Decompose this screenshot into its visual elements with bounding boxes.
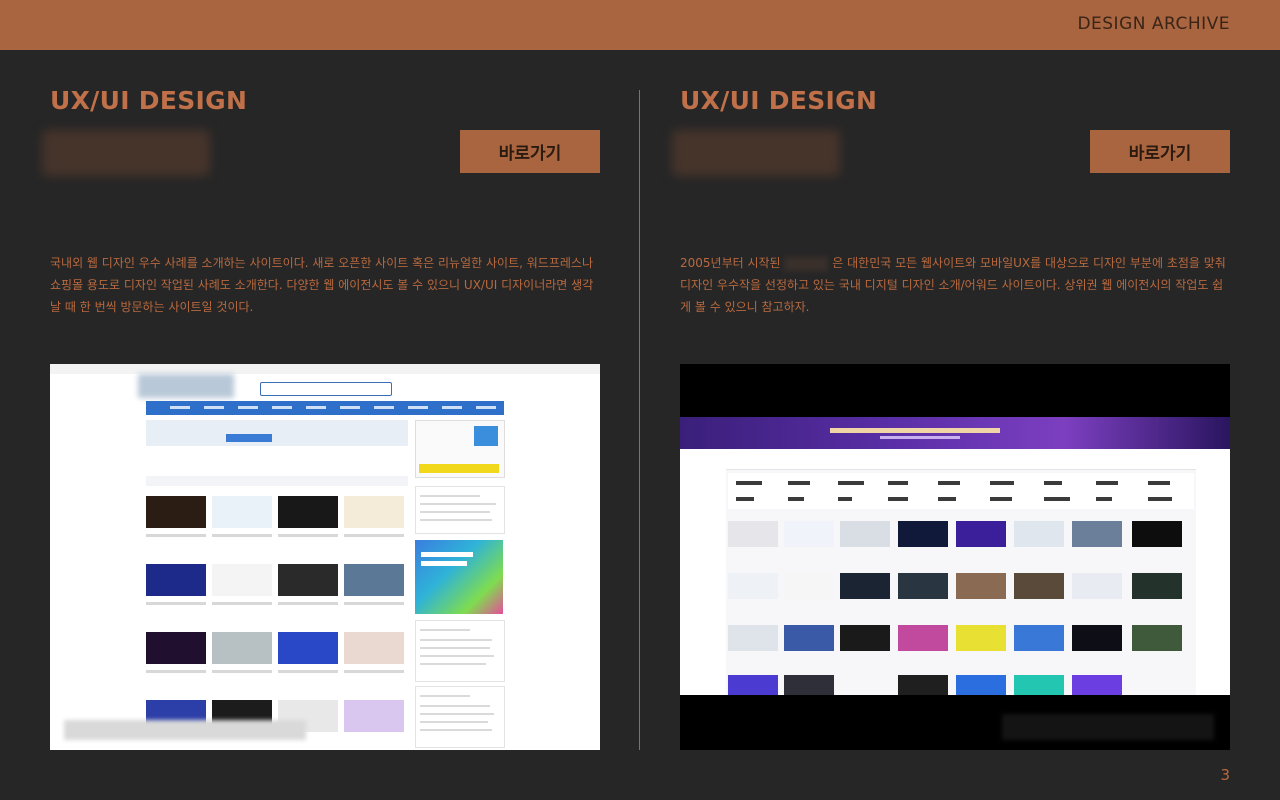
- blurred-watermark: [1002, 714, 1214, 740]
- screenshot-left-nav: [680, 469, 726, 695]
- screenshot-agency-logos: [728, 473, 1194, 509]
- blurred-watermark: [64, 720, 306, 740]
- header-bar: DESIGN ARCHIVE: [0, 0, 1280, 50]
- section-description: 국내외 웹 디자인 우수 사례를 소개하는 사이트이다. 새로 오픈한 사이트 …: [50, 256, 594, 314]
- section-description: 2005년부터 시작된 은 대한민국 모든 웹사이트와 모바일UX를 대상으로 …: [680, 256, 1226, 314]
- screenshot-login-button: [474, 426, 498, 446]
- page-number: 3: [1220, 766, 1230, 784]
- brand-label: DESIGN ARCHIVE: [1077, 14, 1230, 34]
- screenshot-right-nav: [1196, 469, 1230, 695]
- visit-button[interactable]: 바로가기: [460, 130, 600, 173]
- screenshot-ad-button: [226, 434, 272, 442]
- screenshot-awards-banner: [680, 417, 1230, 449]
- blurred-site-name: [672, 130, 840, 176]
- screenshot-notice-card: [415, 486, 505, 534]
- screenshot-ad-box: [146, 420, 408, 446]
- screenshot-ad-banner: [415, 540, 503, 614]
- site-screenshot: [50, 364, 600, 750]
- section-title: UX/UI DESIGN: [50, 86, 248, 115]
- screenshot-topbar: [50, 364, 600, 374]
- column-divider: [639, 90, 640, 750]
- screenshot-kakao-button: [419, 464, 499, 473]
- screenshot-awards-site: [680, 449, 1230, 695]
- visit-button[interactable]: 바로가기: [1090, 130, 1230, 173]
- blurred-site-name: [42, 130, 210, 176]
- blurred-logo: [138, 374, 234, 398]
- blurred-site-name-inline: [784, 256, 829, 271]
- screenshot-board-card: [415, 620, 505, 682]
- screenshot-comment-card: [415, 686, 505, 748]
- screenshot-category-tabs: [146, 476, 408, 486]
- awards-screenshot: [680, 364, 1230, 750]
- section-title: UX/UI DESIGN: [680, 86, 878, 115]
- screenshot-site-header: [680, 449, 1230, 470]
- screenshot-search-box: [260, 382, 392, 396]
- screenshot-nav-bar: [146, 401, 504, 415]
